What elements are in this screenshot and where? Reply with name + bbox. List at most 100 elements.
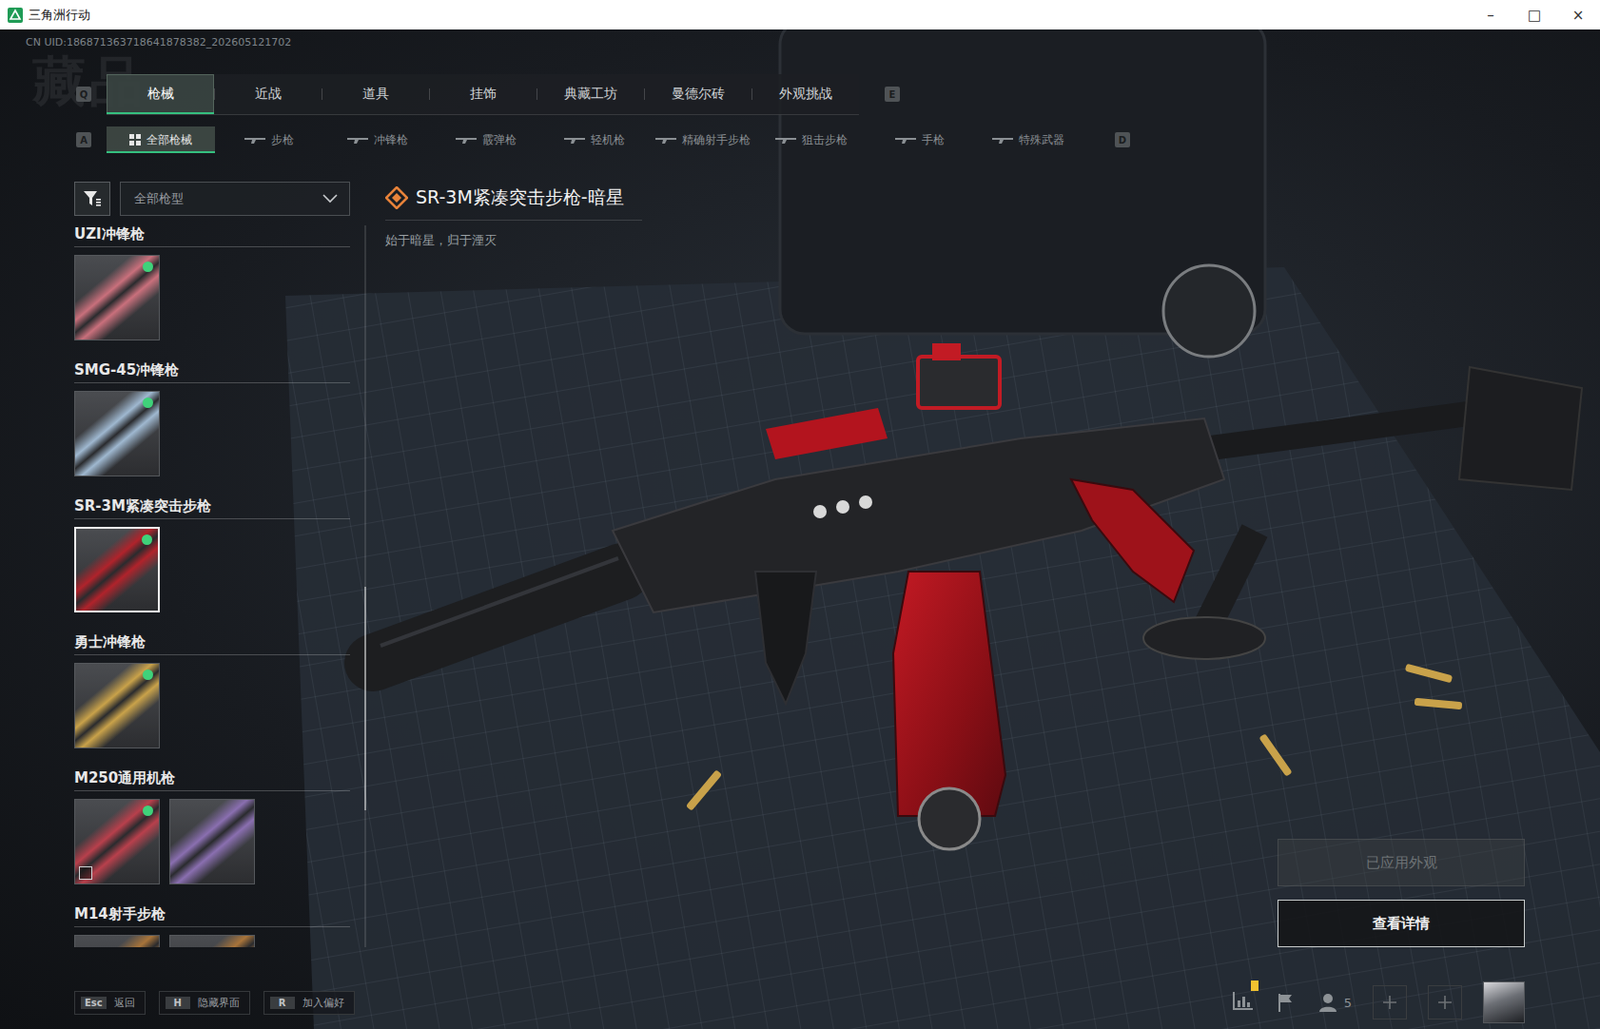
skin-thumbnail[interactable]: [169, 935, 255, 948]
gauge: [1163, 265, 1255, 357]
invite-slot[interactable]: [1427, 985, 1463, 1020]
weapon-name: UZI冲锋枪: [74, 225, 351, 248]
scrollbar-thumb[interactable]: [364, 586, 367, 811]
category-tab[interactable]: 典藏工坊: [536, 74, 644, 115]
window-control-button[interactable]: ×: [1556, 0, 1600, 30]
weapon-name: SMG-45冲锋枪: [74, 361, 351, 384]
equipped-dot: [141, 534, 153, 546]
list-scrollbar[interactable]: [364, 225, 367, 948]
chevron-down-icon: [322, 194, 338, 204]
equipped-dot: [142, 805, 154, 817]
skin-thumbnail[interactable]: [74, 254, 160, 341]
skin-badge-icon: [78, 866, 93, 880]
weapon-render: [372, 343, 1582, 850]
weapon-type-tab[interactable]: 冲锋枪: [323, 126, 432, 154]
invite-slot[interactable]: [1372, 985, 1407, 1020]
gun-icon: [455, 135, 477, 145]
weapon-group: M250通用机枪: [74, 769, 351, 885]
tab-bar: 枪械近战道具挂饰典藏工坊曼德尔砖外观挑战: [106, 74, 859, 116]
person-icon: [1317, 992, 1339, 1014]
rarity-diamond-icon: [385, 186, 409, 210]
weapon-type-tab[interactable]: 精确射手步枪: [648, 126, 758, 154]
weapon-type-tab[interactable]: 狙击步枪: [757, 126, 866, 154]
app-logo-icon: [7, 7, 23, 23]
skin-subtitle: 始于暗星，归于湮灭: [385, 232, 643, 250]
weapon-type-tab[interactable]: 霰弹枪: [431, 126, 541, 154]
category-tab[interactable]: 枪械: [106, 74, 215, 115]
game-window: 三角洲行动 –□×藏品CN UID:186871363718641878382_2…: [0, 0, 1600, 1029]
grid-icon: [129, 134, 141, 146]
gun-icon: [992, 135, 1014, 145]
weapon-list-panel: 全部枪型 UZI冲锋枪 SMG-45冲锋枪 SR-3M紧凑突击步枪勇士冲锋枪 M250通…: [74, 181, 351, 948]
weapon-group: SMG-45冲锋枪: [74, 361, 351, 477]
category-tab[interactable]: 外观挑战: [751, 74, 859, 115]
skin-title: SR-3M紧凑突击步枪-暗星: [415, 185, 625, 211]
equipped-dot: [142, 261, 154, 273]
next-tab-key[interactable]: E: [884, 86, 900, 102]
gun-icon: [244, 135, 266, 145]
skin-detail: SR-3M紧凑突击步枪-暗星始于暗星，归于湮灭: [385, 181, 643, 948]
weapon-type-tab[interactable]: 手枪: [865, 126, 975, 154]
weapon-type-tab[interactable]: 轻机枪: [540, 126, 649, 154]
plus-icon: [1437, 995, 1453, 1011]
skin-thumbnail[interactable]: [169, 799, 255, 885]
hud-icons: 5: [1231, 981, 1525, 1024]
weapon-type-tab[interactable]: 特殊武器: [974, 126, 1083, 154]
gun-icon: [564, 135, 586, 145]
collection-screen: 藏品CN UID:186871363718641878382_202605121…: [0, 29, 1600, 1029]
window-control-button[interactable]: □: [1512, 0, 1557, 30]
weapon-name: M14射手步枪: [74, 905, 351, 928]
skin-thumbnail[interactable]: [74, 935, 160, 948]
window-controls: –□×: [1468, 0, 1600, 30]
equipped-dot: [142, 397, 154, 409]
plus-icon: [1382, 995, 1398, 1011]
shortcut-hint[interactable]: H隐藏界面: [158, 991, 251, 1015]
weapon-group: SR-3M紧凑突击步枪: [74, 497, 351, 613]
grid-mat: [285, 267, 1600, 1029]
gun-icon: [655, 135, 677, 145]
bullets: [685, 663, 1463, 812]
shortcut-hint[interactable]: R加入偏好: [263, 991, 355, 1015]
squad-count[interactable]: 5: [1317, 992, 1352, 1014]
weapon-group: 勇士冲锋枪: [74, 633, 351, 749]
filter-row: 全部枪型: [74, 181, 351, 216]
filter-button[interactable]: [74, 181, 111, 216]
notice-mark: [1250, 980, 1259, 992]
prev-tab-key[interactable]: Q: [76, 86, 92, 102]
category-tab[interactable]: 曼德尔砖: [643, 74, 752, 115]
bottom-bar: Esc返回 H隐藏界面 R加入偏好 5: [0, 981, 1600, 1024]
weapon-type-tab[interactable]: 步枪: [214, 126, 324, 154]
weapon-type-tabs: A 全部枪械步枪冲锋枪霰弹枪轻机枪精确射手步枪狙击步枪手枪特殊武器 D: [76, 126, 1600, 154]
gun-icon: [895, 135, 917, 145]
skin-thumbnail[interactable]: [74, 526, 160, 613]
gun-icon: [347, 135, 369, 145]
weapon-name: SR-3M紧凑突击步枪: [74, 497, 351, 520]
equipped-dot: [142, 669, 154, 681]
player-avatar[interactable]: [1482, 981, 1525, 1024]
skin-thumbnail[interactable]: [74, 390, 160, 477]
category-tab[interactable]: 近战: [214, 74, 322, 115]
flag-icon[interactable]: [1275, 992, 1297, 1014]
weapon-list: UZI冲锋枪 SMG-45冲锋枪 SR-3M紧凑突击步枪勇士冲锋枪 M250通用机枪 M…: [74, 225, 351, 948]
weapon-type-tab[interactable]: 全部枪械: [106, 126, 215, 154]
weapon-type-dropdown[interactable]: 全部枪型: [119, 181, 351, 216]
window-title: 三角洲行动: [28, 6, 91, 24]
weapon-group: UZI冲锋枪: [74, 225, 351, 341]
title-bar: 三角洲行动 –□×: [0, 0, 1600, 30]
player-uid: CN UID:186871363718641878382_20260512170…: [25, 35, 1600, 50]
subtab-bar: 全部枪械步枪冲锋枪霰弹枪轻机枪精确射手步枪狙击步枪手枪特殊武器: [106, 126, 1083, 154]
weapon-group: M14射手步枪: [74, 905, 351, 948]
skin-thumbnail[interactable]: [74, 799, 160, 885]
category-tabs: Q 枪械近战道具挂饰典藏工坊曼德尔砖外观挑战 E: [76, 74, 1600, 115]
stats-icon[interactable]: [1231, 990, 1255, 1012]
next-subtab-key[interactable]: D: [1114, 132, 1131, 148]
skin-thumbnail[interactable]: [74, 663, 160, 749]
weapon-name: 勇士冲锋枪: [74, 633, 351, 656]
window-control-button[interactable]: –: [1468, 0, 1513, 30]
shortcut-hint[interactable]: Esc返回: [74, 991, 146, 1015]
category-tab[interactable]: 挂饰: [429, 74, 537, 115]
prev-subtab-key[interactable]: A: [76, 132, 92, 148]
action-button[interactable]: 查看详情: [1277, 899, 1525, 948]
category-tab[interactable]: 道具: [321, 74, 430, 115]
gun-icon: [775, 135, 797, 145]
